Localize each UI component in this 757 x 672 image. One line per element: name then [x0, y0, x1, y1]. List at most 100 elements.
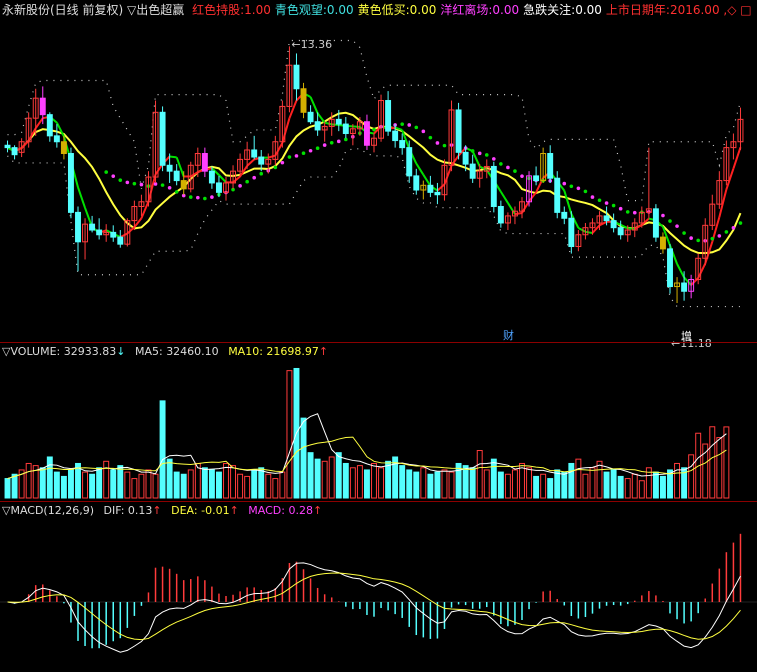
- ma-dot: [682, 231, 686, 235]
- volume-bar-down: [490, 458, 497, 499]
- ma-dot: [618, 206, 623, 211]
- volume-bar-down: [406, 469, 413, 499]
- volume-name[interactable]: ▽VOLUME:: [2, 345, 60, 358]
- candle-down: [11, 147, 18, 156]
- ma-dot: [583, 189, 588, 194]
- volume-bar-down: [208, 469, 215, 499]
- volume-bar-down: [385, 460, 392, 499]
- ma-trend-segment: [133, 217, 143, 228]
- ma-dot: [315, 146, 320, 151]
- volume-bar-down: [300, 417, 307, 499]
- volume-bar-up: [328, 456, 335, 499]
- candle-down: [547, 153, 554, 179]
- volume-bar-up: [371, 462, 377, 499]
- volume-bar-up: [582, 473, 589, 499]
- volume-bar-down: [363, 469, 370, 499]
- volume-bar-down: [610, 469, 617, 499]
- ma-trend-segment: [169, 155, 177, 159]
- volume-bar-down: [652, 471, 659, 499]
- ma-trend-segment: [268, 154, 276, 159]
- volume-bar-down: [39, 467, 46, 499]
- ma-trend-segment: [422, 174, 432, 187]
- candle-down: [60, 141, 67, 155]
- volume-bar-up: [596, 460, 603, 499]
- ma-dot: [252, 175, 256, 180]
- candle-down: [427, 184, 434, 193]
- ma-dot: [731, 226, 736, 230]
- volume-bar-up: [82, 471, 89, 499]
- indicator-item: 洋红离场:0.00: [440, 3, 520, 17]
- ma-trend-segment: [507, 202, 516, 215]
- panel-divider-1: [0, 342, 757, 343]
- header-trailing-icons[interactable]: ,◇ □: [723, 3, 751, 17]
- candle-down: [300, 88, 307, 113]
- event-marker-finance[interactable]: 财: [503, 327, 514, 343]
- ma-dot: [689, 236, 693, 240]
- dea-value: -0.01: [201, 504, 230, 517]
- ma-dot: [520, 174, 524, 178]
- volume-bar-up: [244, 475, 251, 499]
- volume-bar-up: [631, 473, 638, 499]
- indicator-name[interactable]: ▽出色超赢: [127, 3, 184, 17]
- ma-dot: [118, 178, 123, 182]
- volume-bar-up: [138, 473, 145, 499]
- ma-dot: [696, 238, 700, 243]
- candle-down: [39, 97, 46, 116]
- volume-bar-down: [46, 456, 53, 499]
- volume-bar-down: [399, 465, 406, 499]
- ma-dot: [562, 181, 567, 186]
- ma-dot: [668, 219, 672, 223]
- candle-down: [342, 123, 349, 134]
- volume-bar-up: [589, 467, 596, 499]
- volume-bar-up: [378, 467, 385, 499]
- volume-bar-up: [145, 469, 152, 499]
- candlestick-chart[interactable]: [0, 18, 757, 343]
- ma-trend-segment: [627, 227, 635, 230]
- indicator-item: 青色观望:0.00: [274, 3, 354, 17]
- volume-value: 32933.83: [63, 345, 117, 358]
- ma-dot: [499, 162, 503, 166]
- volume-bar-up: [279, 471, 286, 499]
- candle-down: [46, 114, 53, 137]
- ma-dot: [125, 180, 130, 185]
- ma-trend-segment: [288, 100, 298, 119]
- ma-dot: [513, 169, 517, 173]
- ma-trend-segment: [246, 158, 255, 167]
- candle-down: [554, 177, 561, 213]
- macd-chart[interactable]: [0, 517, 757, 672]
- volume-chart[interactable]: [0, 358, 757, 500]
- ma-trend-segment: [514, 211, 523, 216]
- macd-name[interactable]: ▽MACD(12,26,9): [2, 504, 94, 517]
- volume-bar-down: [469, 467, 476, 499]
- indicator-item: 急跌关注:0.00: [523, 3, 602, 17]
- ma10-arrow-icon: ↑: [318, 345, 329, 358]
- candle-down: [455, 109, 462, 153]
- ma-trend-segment: [577, 227, 586, 233]
- volume-bar-up: [575, 458, 582, 499]
- candle-down: [561, 211, 568, 219]
- ma-dot: [294, 154, 299, 158]
- ma-dot: [442, 143, 447, 148]
- volume-bar-up: [420, 467, 427, 499]
- ma-dot: [259, 171, 264, 176]
- ma-dot: [167, 185, 172, 190]
- candle-down: [208, 170, 215, 184]
- candle-down: [180, 180, 187, 190]
- candle-down: [215, 182, 222, 193]
- ma-dot: [400, 122, 404, 126]
- candle-down: [75, 211, 81, 243]
- candle-down: [399, 140, 406, 149]
- stock-name[interactable]: 永新股份(日线 前复权): [2, 3, 123, 17]
- ma-trend-segment: [697, 263, 707, 279]
- volume-bar-up: [624, 478, 631, 499]
- volume-bar-down: [258, 467, 265, 499]
- ma-trend-segment: [500, 191, 509, 204]
- volume-bar-down: [89, 473, 96, 499]
- ma-trend-segment: [281, 117, 291, 144]
- ma-dot: [611, 203, 616, 208]
- ma-trend-segment: [415, 162, 425, 176]
- ma-trend-segment: [563, 190, 573, 215]
- ma-dot: [336, 139, 341, 144]
- candle-down: [610, 220, 617, 229]
- ma5-label: MA5:: [134, 345, 163, 358]
